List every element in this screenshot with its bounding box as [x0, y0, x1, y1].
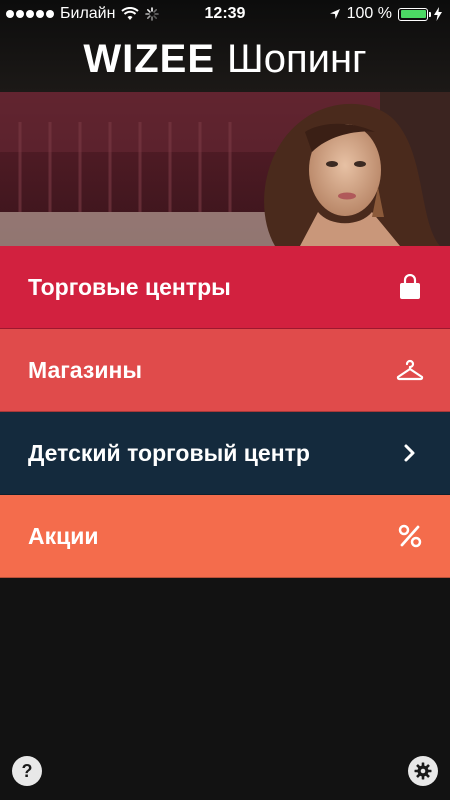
menu-item-kids-mall[interactable]: Детский торговый центр — [0, 412, 450, 495]
settings-button[interactable] — [408, 756, 438, 786]
question-icon: ? — [21, 760, 33, 781]
brand-subtitle: Шопинг — [227, 37, 367, 81]
battery-icon — [398, 7, 431, 21]
brand-name: WIZEE — [83, 37, 216, 81]
chevron-right-icon — [396, 439, 424, 467]
app-title: WIZEE Шопинг — [0, 36, 450, 82]
menu-item-promotions[interactable]: Акции — [0, 495, 450, 578]
menu-item-stores[interactable]: Магазины — [0, 329, 450, 412]
gear-icon — [414, 762, 432, 780]
hero-image — [0, 92, 450, 246]
percent-icon — [396, 522, 424, 550]
help-button[interactable]: ? — [12, 756, 42, 786]
menu-item-label: Акции — [28, 523, 99, 549]
charging-bolt-icon — [434, 7, 442, 21]
menu-item-label: Детский торговый центр — [28, 440, 310, 466]
menu-item-label: Торговые центры — [28, 274, 231, 300]
main-menu: Торговые центры Магазины Детский торговы… — [0, 246, 450, 578]
status-bar: Билайн 12:39 100 % — [0, 0, 450, 30]
menu-item-label: Магазины — [28, 357, 142, 383]
menu-item-malls[interactable]: Торговые центры — [0, 246, 450, 329]
location-arrow-icon — [329, 9, 340, 19]
hanger-icon — [396, 356, 424, 384]
battery-percent: 100 % — [346, 5, 392, 22]
shopping-bag-icon — [396, 273, 424, 301]
